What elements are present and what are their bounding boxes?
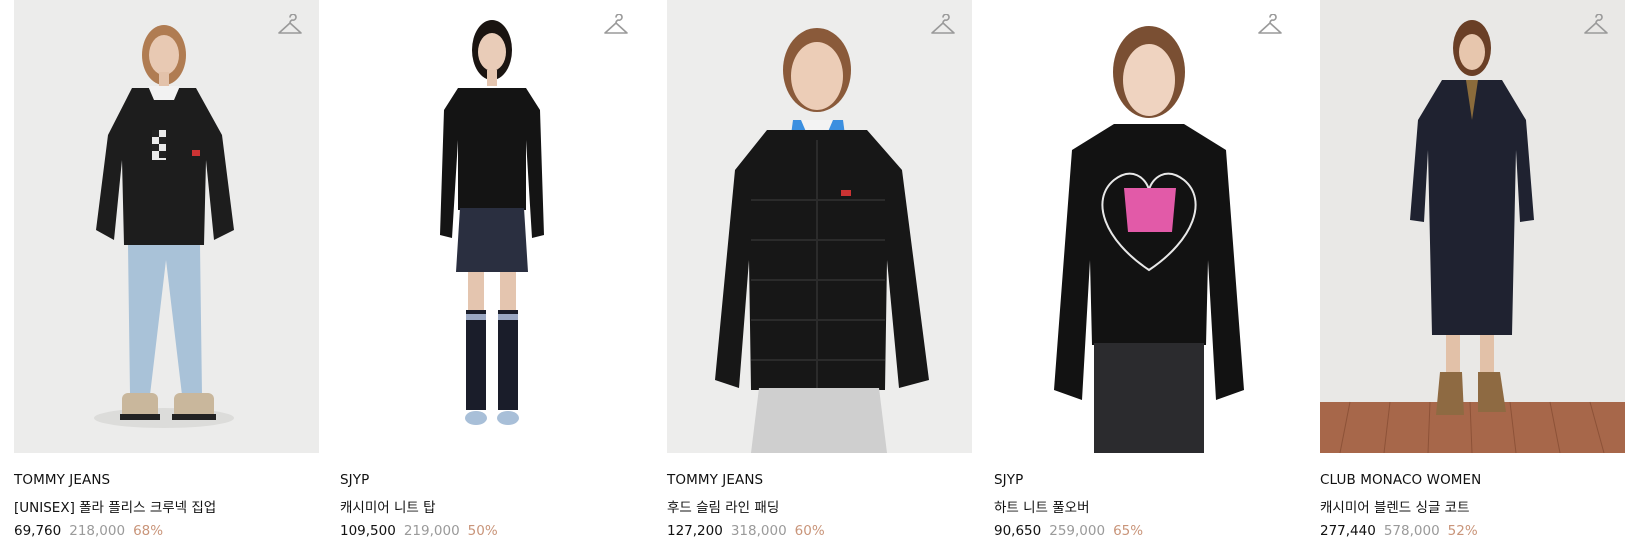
product-grid: TOMMY JEANS [UNISEX] 폴라 플리스 크루넥 집업 69,76… [0, 0, 1640, 540]
product-image[interactable] [1320, 0, 1625, 453]
sale-price: 277,440 [1320, 523, 1376, 539]
hanger-icon[interactable] [603, 14, 629, 38]
product-price-row: 69,760 218,000 68% [14, 523, 319, 539]
product-name[interactable]: 하트 니트 풀오버 [994, 496, 1299, 516]
product-brand[interactable]: CLUB MONACO WOMEN [1320, 472, 1625, 488]
product-card[interactable]: TOMMY JEANS 후드 슬림 라인 패딩 127,200 318,000 60… [667, 0, 972, 539]
model-photo [1320, 0, 1625, 453]
product-name[interactable]: 캐시미어 니트 탑 [340, 496, 645, 516]
product-price-row: 109,500 219,000 50% [340, 523, 645, 539]
product-image[interactable] [994, 0, 1299, 453]
model-photo [667, 0, 972, 453]
discount-rate: 65% [1113, 523, 1144, 539]
original-price: 259,000 [1049, 523, 1106, 539]
model-photo [994, 0, 1299, 453]
product-card[interactable]: TOMMY JEANS [UNISEX] 폴라 플리스 크루넥 집업 69,76… [14, 0, 319, 539]
product-image[interactable] [14, 0, 319, 453]
product-card[interactable]: SJYP 하트 니트 풀오버 90,650 259,000 65% [994, 0, 1299, 539]
product-price-row: 277,440 578,000 52% [1320, 523, 1625, 539]
discount-rate: 52% [1447, 523, 1478, 539]
product-image[interactable] [667, 0, 972, 453]
product-brand[interactable]: TOMMY JEANS [667, 472, 972, 488]
product-name[interactable]: [UNISEX] 폴라 플리스 크루넥 집업 [14, 496, 319, 516]
product-image[interactable] [340, 0, 645, 453]
hanger-icon[interactable] [930, 14, 956, 38]
model-photo [340, 0, 645, 453]
original-price: 218,000 [69, 523, 126, 539]
hanger-icon[interactable] [277, 14, 303, 38]
product-name[interactable]: 캐시미어 블렌드 싱글 코트 [1320, 496, 1625, 516]
discount-rate: 60% [794, 523, 825, 539]
sale-price: 127,200 [667, 523, 723, 539]
discount-rate: 68% [133, 523, 164, 539]
product-brand[interactable]: SJYP [340, 472, 645, 488]
product-price-row: 127,200 318,000 60% [667, 523, 972, 539]
product-price-row: 90,650 259,000 65% [994, 523, 1299, 539]
sale-price: 69,760 [14, 523, 62, 539]
original-price: 578,000 [1383, 523, 1440, 539]
discount-rate: 50% [467, 523, 498, 539]
product-brand[interactable]: SJYP [994, 472, 1299, 488]
product-card[interactable]: CLUB MONACO WOMEN 캐시미어 블렌드 싱글 코트 277,440… [1320, 0, 1625, 539]
hanger-icon[interactable] [1257, 14, 1283, 38]
product-brand[interactable]: TOMMY JEANS [14, 472, 319, 488]
model-photo [14, 0, 319, 453]
hanger-icon[interactable] [1583, 14, 1609, 38]
product-card[interactable]: SJYP 캐시미어 니트 탑 109,500 219,000 50% [340, 0, 645, 539]
sale-price: 90,650 [994, 523, 1042, 539]
original-price: 318,000 [730, 523, 787, 539]
sale-price: 109,500 [340, 523, 396, 539]
original-price: 219,000 [403, 523, 460, 539]
product-name[interactable]: 후드 슬림 라인 패딩 [667, 496, 972, 516]
